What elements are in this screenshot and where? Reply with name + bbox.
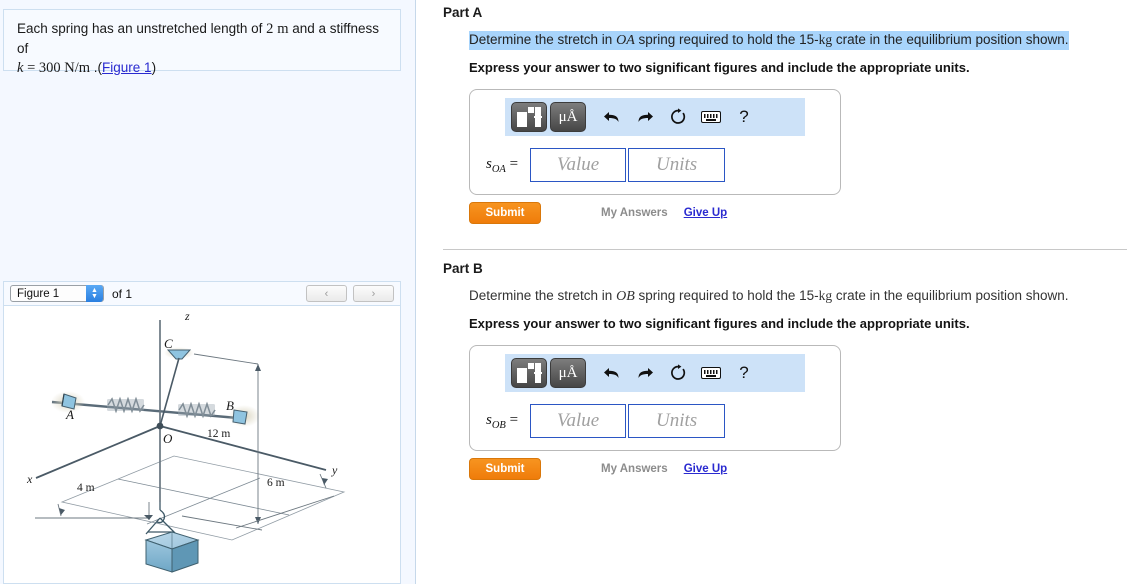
part-b-instruction: Express your answer to two significant f… [469, 316, 970, 331]
problem-length-unit: m [277, 21, 289, 37]
left-panel: Each spring has an unstretched length of… [0, 0, 416, 584]
figure-nav-buttons: ‹ › [306, 285, 394, 302]
part-a-mass-unit: kg [818, 32, 833, 47]
page-root: Each spring has an unstretched length of… [0, 0, 1127, 584]
help-icon[interactable]: ? [729, 358, 759, 388]
keyboard-icon[interactable] [696, 102, 726, 132]
template-icon[interactable] [511, 102, 547, 132]
part-a-instruction: Express your answer to two significant f… [469, 60, 970, 75]
part-b-give-up-link[interactable]: Give Up [684, 463, 727, 475]
problem-dot: .( [90, 60, 103, 75]
problem-line1-a: Each spring has an unstretched length of [17, 21, 267, 36]
problem-k-unit: N/m [64, 60, 91, 76]
part-a-submit-button[interactable]: Submit [469, 202, 541, 224]
figure-1-link[interactable]: Figure 1 [102, 60, 152, 75]
figure-prev-button[interactable]: ‹ [306, 285, 347, 302]
part-a-answer-label: sOA = [486, 155, 519, 175]
axis-x-label: x [26, 472, 33, 486]
part-b-toolbar: μÅ ? [505, 354, 805, 392]
part-a-question: Determine the stretch in OA spring requi… [469, 31, 1069, 50]
figure-navigation-bar: Figure 1 ▲ ▼ of 1 ‹ › [3, 281, 401, 306]
part-b-spring-var: OB [616, 289, 635, 304]
part-b-answer-row: sOB = [470, 392, 840, 440]
dim-4m-label: 4 m [77, 482, 95, 494]
axis-y-label: y [331, 463, 338, 477]
part-a-value-input[interactable] [530, 148, 627, 182]
part-a-answer-box: μÅ ? sOA = [469, 89, 841, 195]
problem-close-paren: ) [151, 60, 157, 75]
point-b-label: B [226, 398, 234, 413]
point-a-label: A [65, 407, 74, 422]
part-a-give-up-link[interactable]: Give Up [684, 207, 727, 219]
axis-z-label: z [184, 309, 190, 323]
origin-label: O [163, 431, 173, 446]
dim-6m-label: 6 m [267, 477, 285, 489]
chevron-updown-icon: ▲ ▼ [86, 285, 103, 302]
part-a-section: Part A Determine the stretch in OA sprin… [416, 0, 1127, 224]
part-a-title: Part A [443, 5, 483, 20]
figure-count-label: of 1 [112, 286, 133, 301]
part-a-answer-row: sOA = [470, 136, 840, 184]
part-b-answer-label: sOB = [486, 411, 519, 431]
problem-statement-box: Each spring has an unstretched length of… [3, 9, 401, 76]
problem-k-value: = 300 [23, 60, 65, 76]
part-b-button-row: Submit My Answers Give Up [469, 458, 1127, 480]
undo-icon[interactable] [597, 358, 627, 388]
part-b-answer-box: μÅ ? sOB = [469, 345, 841, 451]
statics-diagram: z x y A B C O 4 m 6 m 12 m [26, 309, 346, 573]
units-mu-angstrom-button[interactable]: μÅ [550, 102, 586, 132]
part-a-units-input[interactable] [628, 148, 726, 182]
part-b-value-input[interactable] [530, 404, 627, 438]
part-b-submit-button[interactable]: Submit [469, 458, 541, 480]
part-a-my-answers-link[interactable]: My Answers [601, 207, 668, 219]
help-icon[interactable]: ? [729, 102, 759, 132]
figure-next-button[interactable]: › [353, 285, 394, 302]
right-panel: Part A Determine the stretch in OA sprin… [416, 0, 1127, 584]
problem-statement-text: Each spring has an unstretched length of… [4, 10, 400, 78]
redo-icon[interactable] [630, 358, 660, 388]
redo-icon[interactable] [630, 102, 660, 132]
part-a-question-wrap: Determine the stretch in OA spring requi… [416, 31, 1127, 50]
figure-select-value: Figure 1 [17, 287, 60, 300]
part-b-question-wrap: Determine the stretch in OB spring requi… [416, 287, 1127, 306]
reset-icon[interactable] [663, 358, 693, 388]
undo-icon[interactable] [597, 102, 627, 132]
units-button-label: μÅ [558, 108, 578, 125]
part-a-button-row: Submit My Answers Give Up [469, 202, 1127, 224]
part-b-my-answers-link[interactable]: My Answers [601, 463, 668, 475]
part-a-toolbar: μÅ ? [505, 98, 805, 136]
part-b-units-input[interactable] [628, 404, 726, 438]
dim-12m-label: 12 m [207, 428, 230, 440]
part-b-question: Determine the stretch in OB spring requi… [469, 288, 1069, 304]
template-icon[interactable] [511, 358, 547, 388]
reset-icon[interactable] [663, 102, 693, 132]
keyboard-icon[interactable] [696, 358, 726, 388]
point-c-label: C [164, 336, 173, 351]
part-b-title: Part B [443, 261, 483, 276]
part-b-mass-unit: kg [818, 288, 833, 303]
figure-panel: z x y A B C O 4 m 6 m 12 m [3, 306, 401, 584]
figure-select[interactable]: Figure 1 ▲ ▼ [10, 285, 104, 302]
part-a-spring-var: OA [616, 33, 635, 48]
units-button-label: μÅ [558, 364, 578, 381]
part-b-section: Part B Determine the stretch in OB sprin… [416, 250, 1127, 480]
units-mu-angstrom-button[interactable]: μÅ [550, 358, 586, 388]
